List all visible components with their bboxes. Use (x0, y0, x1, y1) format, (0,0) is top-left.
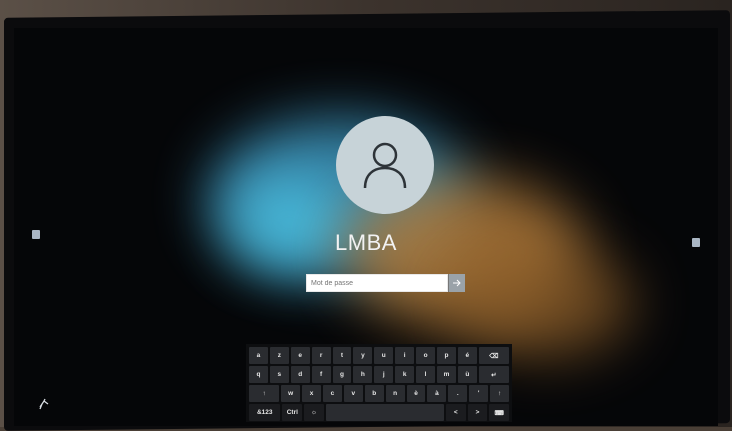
key-a[interactable]: a (249, 347, 268, 364)
key-apostrophe[interactable]: ' (469, 385, 489, 402)
key-p[interactable]: p (437, 347, 456, 364)
key-o[interactable]: o (416, 347, 436, 364)
key-z[interactable]: z (269, 347, 289, 364)
key-backspace[interactable]: ⌫ (478, 347, 510, 364)
user-silhouette-icon (363, 142, 407, 189)
wallpaper-amber-blob (454, 248, 634, 358)
key-shift-right[interactable]: ↑ (490, 385, 510, 402)
key-j[interactable]: j (374, 366, 394, 383)
key-f[interactable]: f (311, 366, 331, 383)
key-d[interactable]: d (290, 366, 310, 383)
key-shift-left[interactable]: ↑ (249, 385, 280, 402)
arrow-right-icon (452, 279, 461, 287)
username-label: LMBA (335, 230, 397, 255)
accessibility-glyph (39, 398, 49, 410)
password-row (306, 274, 465, 292)
key-arrow-left[interactable]: < (445, 404, 466, 421)
submit-button[interactable] (448, 274, 465, 292)
key-n[interactable]: n (385, 385, 405, 402)
key-s[interactable]: s (269, 366, 289, 383)
key-g[interactable]: g (332, 366, 352, 383)
key-e[interactable]: e (290, 347, 310, 364)
key-x[interactable]: x (302, 385, 321, 402)
keyboard-row-2: q s d f g h j k l m ù ↵ (249, 366, 510, 383)
key-symbols[interactable]: &123 (249, 404, 281, 421)
accessibility-icon[interactable] (38, 398, 50, 410)
key-y[interactable]: y (353, 347, 373, 364)
lock-screen: LMBA a z e r t y u i o p é ⌫ q s d f g h… (14, 28, 718, 426)
key-a-grave[interactable]: à (427, 385, 447, 402)
key-v[interactable]: v (343, 385, 363, 402)
touch-keyboard: a z e r t y u i o p é ⌫ q s d f g h j k … (246, 344, 512, 422)
key-enter[interactable]: ↵ (478, 366, 510, 383)
password-input[interactable] (306, 274, 448, 292)
key-i[interactable]: i (395, 347, 415, 364)
emoji-icon[interactable]: ☼ (304, 404, 324, 421)
key-period[interactable]: . (448, 385, 468, 402)
key-w[interactable]: w (281, 385, 301, 402)
keyboard-row-4: &123 Ctrl ☼ < > ⌨ (249, 404, 510, 421)
keyboard-row-3: ↑ w x c v b n è à . ' ↑ (249, 385, 510, 402)
key-u[interactable]: u (374, 347, 394, 364)
keyboard-row-1: a z e r t y u i o p é ⌫ (249, 347, 510, 364)
key-u-grave[interactable]: ù (457, 366, 477, 383)
key-t[interactable]: t (332, 347, 352, 364)
key-b[interactable]: b (364, 385, 384, 402)
key-ctrl[interactable]: Ctrl (282, 404, 303, 421)
key-space[interactable] (325, 404, 444, 421)
key-e-grave[interactable]: è (406, 385, 426, 402)
keyboard-icon[interactable]: ⌨ (489, 404, 510, 421)
key-m[interactable]: m (437, 366, 456, 383)
key-r[interactable]: r (311, 347, 331, 364)
key-c[interactable]: c (323, 385, 342, 402)
key-arrow-right[interactable]: > (467, 404, 488, 421)
key-h[interactable]: h (353, 366, 373, 383)
key-q[interactable]: q (249, 366, 268, 383)
key-e-acute[interactable]: é (457, 347, 477, 364)
key-l[interactable]: l (416, 366, 436, 383)
key-k[interactable]: k (395, 366, 415, 383)
user-avatar (336, 116, 434, 214)
